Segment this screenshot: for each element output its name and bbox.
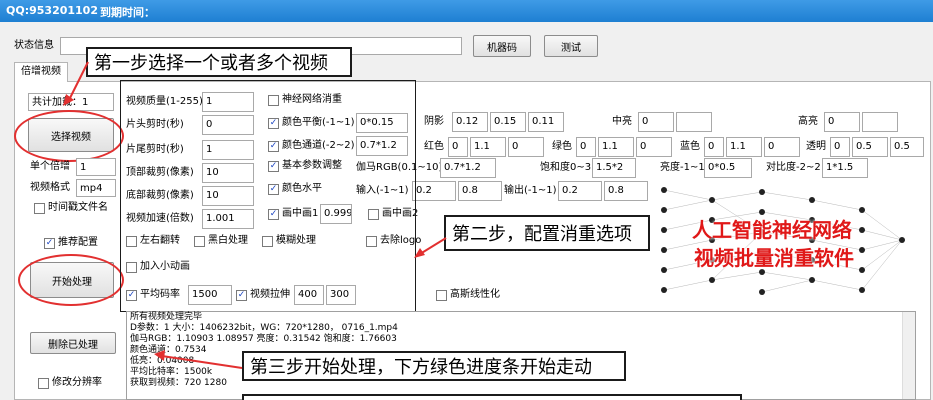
- rgb-input-1[interactable]: 1.1: [470, 137, 506, 157]
- step1-callout: 第一步选择一个或者多个视频: [86, 47, 352, 77]
- input-range-2[interactable]: 0.8: [458, 181, 502, 201]
- green-label: 绿色: [552, 141, 572, 152]
- log-line-3: 伽马RGB：1.10903 1.08957 亮度：0.31542 饱和度：1.7…: [130, 334, 397, 344]
- modify-res-checkbox[interactable]: [38, 378, 49, 389]
- brightness-label: 亮度-1~1: [660, 162, 705, 173]
- transp-input-2[interactable]: 0.5: [852, 137, 888, 157]
- contrast-label: 对比度-2~2: [766, 162, 821, 173]
- mid-input-2[interactable]: [676, 112, 712, 132]
- gamma-input[interactable]: 0.7*1.2: [440, 158, 496, 178]
- status-label: 状态信息: [14, 40, 54, 51]
- select-highlight-ring: [14, 110, 124, 162]
- banner-line-2: 视频批量消重软件: [694, 246, 854, 270]
- timestamp-label: 时间戳文件名: [48, 202, 108, 213]
- single-mult-label: 单个倍增: [30, 161, 70, 172]
- mid-label: 中亮: [612, 116, 632, 127]
- single-mult-input[interactable]: 1: [76, 158, 116, 176]
- format-label: 视频格式: [30, 182, 70, 193]
- rgb-input-4[interactable]: 0: [636, 137, 672, 157]
- step2-arrow: [414, 237, 447, 258]
- high-label: 高亮: [798, 116, 818, 127]
- step2-callout: 第二步，配置消重选项: [444, 215, 650, 251]
- delete-processed-button[interactable]: 删除已处理: [30, 332, 116, 354]
- output-range-2[interactable]: 0.8: [604, 181, 648, 201]
- blue-input[interactable]: 0: [704, 137, 724, 157]
- high-input-2[interactable]: [862, 112, 898, 132]
- test-button[interactable]: 测试: [544, 35, 598, 57]
- timestamp-checkbox[interactable]: [34, 203, 45, 214]
- title-bar: QQ:953201102 到期时间：: [0, 0, 933, 22]
- log-line-2: D参数：1 大小：1406232bit，WG：720*1280， 0716_1.…: [130, 323, 398, 333]
- contrast-input[interactable]: 1*1.5: [822, 158, 868, 178]
- step3-callout: 第三步开始处理，下方绿色进度条开始走动: [242, 351, 626, 381]
- brightness-input[interactable]: 0*0.5: [704, 158, 752, 178]
- saturation-input[interactable]: 1.5*2: [592, 158, 636, 178]
- rgb-input-6[interactable]: 0: [764, 137, 800, 157]
- red-label: 红色: [424, 141, 444, 152]
- start-highlight-ring: [18, 254, 124, 306]
- mid-input-1[interactable]: 0: [638, 112, 674, 132]
- blue-label: 蓝色: [680, 141, 700, 152]
- rgb-input-2[interactable]: 0: [508, 137, 544, 157]
- banner-line-1: 人工智能神经网络: [692, 218, 852, 242]
- high-input-1[interactable]: 0: [824, 112, 860, 132]
- input-range-1[interactable]: 0.2: [412, 181, 456, 201]
- rgb-input-5[interactable]: 1.1: [726, 137, 762, 157]
- expire-label: 到期时间：: [100, 6, 155, 19]
- format-input[interactable]: mp4: [76, 179, 116, 197]
- red-input[interactable]: 0: [448, 137, 468, 157]
- transp-label: 透明: [806, 141, 826, 152]
- log-line-1: 所有视频处理完毕: [130, 312, 203, 322]
- qq-label: QQ:953201102: [6, 4, 98, 17]
- green-input[interactable]: 0: [576, 137, 596, 157]
- shadow-input-2[interactable]: 0.15: [490, 112, 526, 132]
- output-range-1[interactable]: 0.2: [558, 181, 602, 201]
- step1-arrow: [63, 61, 89, 106]
- output-range-label: 输出(-1~1): [504, 185, 557, 196]
- step3-arrow: [154, 350, 243, 369]
- progress-callout-edge: [242, 394, 742, 400]
- recommended-checkbox[interactable]: ✓: [44, 238, 55, 249]
- hq-linear-checkbox[interactable]: [436, 290, 447, 301]
- log-scrollbar[interactable]: [902, 312, 915, 399]
- hq-linear-label: 高斯线性化: [450, 289, 500, 300]
- step1-outline: [120, 80, 416, 312]
- shadow-input-1[interactable]: 0.12: [452, 112, 488, 132]
- shadow-label: 阴影: [424, 116, 444, 127]
- rgb-input-3[interactable]: 1.1: [598, 137, 634, 157]
- transp-input-3[interactable]: 0.5: [890, 137, 924, 157]
- machine-code-button[interactable]: 机器码: [473, 35, 531, 57]
- shadow-input-3[interactable]: 0.11: [528, 112, 564, 132]
- modify-res-label: 修改分辨率: [52, 377, 102, 388]
- saturation-label: 饱和度0~3: [540, 162, 592, 173]
- recommended-label: 推荐配置: [58, 237, 98, 248]
- transp-input[interactable]: 0: [830, 137, 850, 157]
